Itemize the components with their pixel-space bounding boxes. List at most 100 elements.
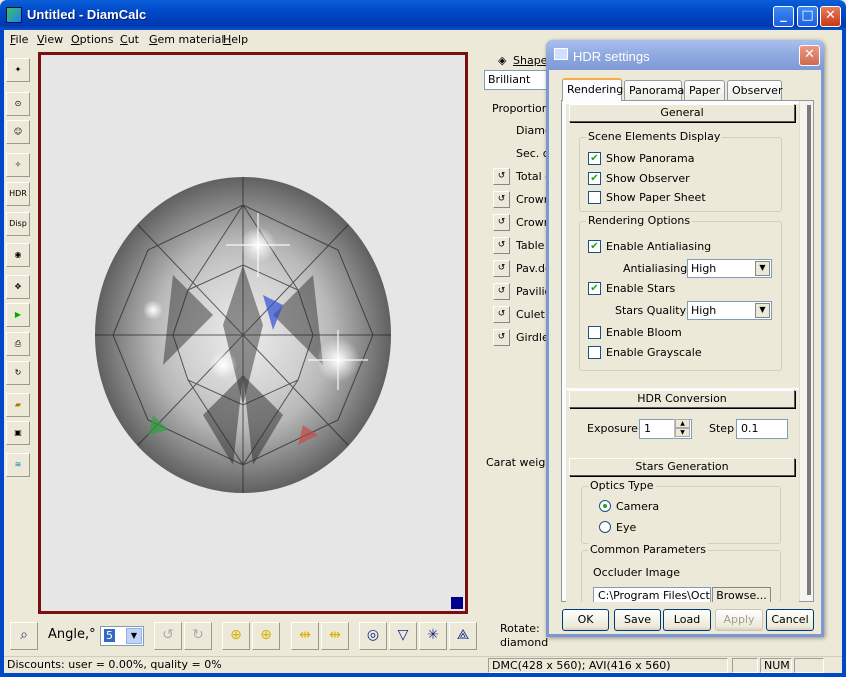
ok-button[interactable]: OK (562, 609, 609, 631)
rendering-options-label: Rendering Options (586, 214, 693, 227)
status-bar: Discounts: user = 0.00%, quality = 0% DM… (4, 656, 842, 673)
flip-h-icon[interactable]: ⇹ (291, 622, 319, 650)
gem-viewport[interactable] (38, 52, 468, 614)
lock-icon[interactable]: ↺ (493, 168, 510, 185)
move-icon[interactable]: ✥ (6, 275, 30, 299)
load-button[interactable]: Load (663, 609, 711, 631)
chevron-down-icon[interactable]: ▼ (126, 628, 142, 644)
play-icon[interactable]: ▶ (6, 303, 30, 327)
show-panorama-checkbox[interactable]: ✔ (588, 152, 601, 165)
scrollbar-thumb[interactable] (807, 105, 811, 595)
menu-options[interactable]: Options (71, 33, 113, 46)
lock-icon[interactable]: ↺ (493, 260, 510, 277)
status-empty-1 (732, 658, 758, 673)
camera-icon[interactable]: ◉ (6, 243, 30, 267)
rendering-scroll-area[interactable]: General Scene Elements Display ✔ Show Pa… (566, 104, 799, 602)
lock-icon[interactable]: ↺ (493, 329, 510, 346)
lock-icon[interactable]: ↺ (493, 191, 510, 208)
cancel-button[interactable]: Cancel (766, 609, 814, 631)
general-header[interactable]: General (569, 104, 795, 122)
angle-label: Angle,° (48, 627, 96, 642)
tab-rendering[interactable]: Rendering (562, 78, 623, 101)
shape-label[interactable]: Shape (513, 54, 547, 67)
enable-bloom-checkbox[interactable] (588, 326, 601, 339)
lock-icon[interactable]: ↺ (493, 237, 510, 254)
flip-v-icon[interactable]: ⇹ (321, 622, 349, 650)
step-input[interactable]: 0.1 (736, 419, 788, 439)
hdr-button[interactable]: HDR (6, 182, 30, 206)
stars-quality-select[interactable]: High ▼ (687, 301, 772, 320)
rotate-ccw-icon[interactable]: ↺ (154, 622, 182, 650)
window-title: Untitled - DiamCalc (27, 7, 147, 22)
exposure-spinner[interactable]: ▲ ▼ (674, 419, 690, 439)
hdr-conversion-header[interactable]: HDR Conversion (569, 390, 795, 408)
tilt-right-icon[interactable]: ⊕ (252, 622, 280, 650)
crown-view-icon[interactable]: ⟁ (449, 622, 477, 650)
stars-generation-header[interactable]: Stars Generation (569, 458, 795, 476)
num-status: NUM (760, 658, 792, 673)
enable-bloom-label: Enable Bloom (606, 326, 682, 339)
top-view-icon[interactable]: ◎ (359, 622, 387, 650)
maximize-button[interactable]: □ (797, 6, 818, 27)
zoom-icon[interactable]: ⌕ (10, 622, 38, 650)
row-culet-label: Culet (516, 308, 545, 321)
rotate-cw-icon[interactable]: ↻ (184, 622, 212, 650)
eye-radio[interactable] (599, 521, 611, 533)
chevron-down-icon[interactable]: ▼ (755, 303, 770, 318)
enable-aa-checkbox[interactable]: ✔ (588, 240, 601, 253)
zoom-gem-icon[interactable]: ⊙ (6, 92, 30, 116)
bottom-view-icon[interactable]: ✳ (419, 622, 447, 650)
lock-icon[interactable]: ↺ (493, 283, 510, 300)
antialiasing-select[interactable]: High ▼ (687, 259, 772, 278)
viewport-resize-handle[interactable] (451, 597, 463, 609)
enable-stars-label: Enable Stars (606, 282, 676, 295)
close-button[interactable]: ✕ (820, 6, 841, 27)
tab-panorama[interactable]: Panorama (624, 80, 684, 100)
enable-grayscale-checkbox[interactable] (588, 346, 601, 359)
app-icon (6, 7, 22, 23)
sec-diameter-label: Sec. d (516, 147, 550, 160)
lock-icon[interactable]: ↺ (493, 214, 510, 231)
menu-file[interactable]: File (10, 33, 28, 46)
angle-value: 5 (104, 629, 115, 642)
chevron-down-icon[interactable]: ▼ (755, 261, 770, 276)
rendering-tab-page: General Scene Elements Display ✔ Show Pa… (561, 100, 814, 602)
tilt-left-icon[interactable]: ⊕ (222, 622, 250, 650)
aa-label: Antialiasing (623, 262, 688, 275)
rotate-gem-icon[interactable]: ↻ (6, 361, 30, 385)
status-empty-2 (794, 658, 824, 673)
apply-button[interactable]: Apply (715, 609, 763, 631)
enable-stars-checkbox[interactable]: ✔ (588, 282, 601, 295)
show-paper-checkbox[interactable] (588, 191, 601, 204)
angle-select[interactable]: 5 ▼ (100, 626, 144, 646)
light-icon[interactable]: ✧ (6, 153, 30, 177)
menu-view[interactable]: View (37, 33, 63, 46)
minimize-button[interactable]: _ (773, 6, 794, 27)
observer-icon[interactable]: ☺ (6, 120, 30, 144)
menu-help[interactable]: Help (223, 33, 248, 46)
water-icon[interactable]: ≋ (6, 453, 30, 477)
spin-up-icon[interactable]: ▲ (675, 419, 690, 428)
side-view-icon[interactable]: ▽ (389, 622, 417, 650)
disp-label: Disp (9, 219, 27, 228)
browse-button[interactable]: Browse... (712, 587, 771, 602)
show-observer-checkbox[interactable]: ✔ (588, 172, 601, 185)
occluder-path-input[interactable]: C:\Program Files\OctoN (593, 587, 711, 602)
disp-button[interactable]: Disp (6, 212, 30, 236)
menu-cut[interactable]: Cut (120, 33, 139, 46)
tab-observer[interactable]: Observer (727, 80, 782, 100)
tab-paper[interactable]: Paper (684, 80, 725, 100)
scrollbar[interactable] (799, 101, 813, 601)
export-icon[interactable]: ⎙ (6, 332, 30, 356)
cut-tool-icon[interactable]: ✦ (6, 58, 30, 82)
spin-down-icon[interactable]: ▼ (675, 428, 690, 437)
common-parameters-label: Common Parameters (588, 543, 708, 556)
dialog-close-button[interactable]: ✕ (799, 45, 820, 66)
lock-icon[interactable]: ↺ (493, 306, 510, 323)
save-disk-icon[interactable]: ▣ (6, 421, 30, 445)
open-folder-icon[interactable]: ▰ (6, 393, 30, 417)
save-button[interactable]: Save (614, 609, 661, 631)
show-panorama-label: Show Panorama (606, 152, 695, 165)
menu-gem-material[interactable]: Gem material (149, 33, 224, 46)
camera-radio[interactable] (599, 500, 611, 512)
